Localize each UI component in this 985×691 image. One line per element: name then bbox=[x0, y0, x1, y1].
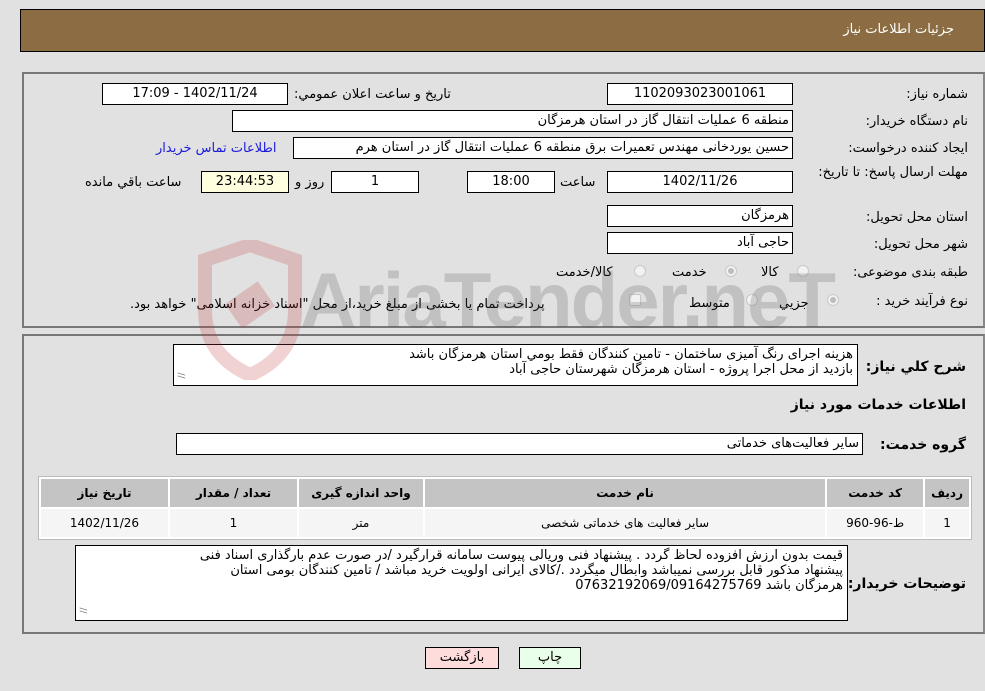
description-textarea[interactable]: هزينه اجرای رنگ آميزی ساختمان - تامين کن… bbox=[173, 344, 858, 386]
cell-service-code: ط-96-960 bbox=[827, 509, 924, 537]
category-service-label: خدمت bbox=[672, 265, 707, 280]
city-field[interactable]: حاجی آباد bbox=[607, 232, 793, 254]
services-table-wrapper: رديف کد خدمت نام خدمت واحد اندازه گيری ت… bbox=[38, 476, 972, 540]
buyer-notes-line-3: هرمزگان باشد 07632192069/09164275769 bbox=[575, 578, 843, 593]
col-row-number: رديف bbox=[925, 479, 969, 507]
remaining-time-field: 23:44:53 bbox=[201, 171, 289, 193]
remaining-time-label: ساعت باقي مانده bbox=[85, 175, 182, 190]
days-remaining-field[interactable]: 1 bbox=[331, 171, 419, 193]
buyer-org-label: نام دستگاه خريدار: bbox=[865, 114, 968, 129]
service-group-field[interactable]: ساير فعاليت‌های خدماتی bbox=[176, 433, 863, 455]
deadline-time-field[interactable]: 18:00 bbox=[467, 171, 555, 193]
resize-grip-icon[interactable]: ∕∕ bbox=[76, 607, 90, 613]
col-quantity: تعداد / مقدار bbox=[170, 479, 297, 507]
need-number-label: شماره نیاز: bbox=[906, 87, 968, 102]
buyer-notes-line-2: پيشنهاد مذکور قابل بررسی نميباشد وابطال … bbox=[230, 563, 843, 578]
col-need-date: تاريخ نياز bbox=[41, 479, 168, 507]
category-both-label: کالا/خدمت bbox=[556, 265, 613, 280]
category-goods-radio[interactable] bbox=[797, 265, 809, 277]
treasury-checkbox[interactable] bbox=[629, 294, 641, 306]
cell-need-date: 1402/11/26 bbox=[41, 509, 168, 537]
creator-field[interactable]: حسين يوردخانی مهندس تعميرات برق منطقه 6 … bbox=[293, 137, 793, 159]
days-label: روز و bbox=[295, 175, 325, 190]
province-label: استان محل تحويل: bbox=[866, 210, 968, 225]
service-group-label: گروه خدمت: bbox=[880, 437, 966, 453]
col-service-name: نام خدمت bbox=[425, 479, 826, 507]
cell-unit: متر bbox=[299, 509, 423, 537]
services-table: رديف کد خدمت نام خدمت واحد اندازه گيری ت… bbox=[39, 477, 971, 539]
col-unit: واحد اندازه گيری bbox=[299, 479, 423, 507]
buyer-notes-textarea[interactable]: قيمت بدون ارزش افزوده لحاظ گردد . پيشنها… bbox=[75, 545, 848, 621]
province-field[interactable]: هرمزگان bbox=[607, 205, 793, 227]
cell-service-name: ساير فعاليت های خدماتی شخصی bbox=[425, 509, 826, 537]
print-button[interactable]: چاپ bbox=[519, 647, 581, 669]
table-header-row: رديف کد خدمت نام خدمت واحد اندازه گيری ت… bbox=[41, 479, 969, 507]
category-both-radio[interactable] bbox=[634, 265, 646, 277]
col-service-code: کد خدمت bbox=[827, 479, 924, 507]
category-label: طبقه بندی موضوعی: bbox=[852, 265, 968, 280]
buyer-org-field[interactable]: منطقه 6 عمليات انتقال گاز در استان هرمزگ… bbox=[232, 110, 793, 132]
cell-quantity: 1 bbox=[170, 509, 297, 537]
back-button[interactable]: بازگشت bbox=[425, 647, 499, 669]
buyer-notes-line-1: قيمت بدون ارزش افزوده لحاظ گردد . پيشنها… bbox=[199, 548, 843, 563]
announce-label: تاريخ و ساعت اعلان عمومي: bbox=[294, 87, 451, 102]
deadline-time-label: ساعت bbox=[560, 175, 596, 190]
description-line-1: هزينه اجرای رنگ آميزی ساختمان - تامين کن… bbox=[409, 347, 853, 362]
deadline-date-field[interactable]: 1402/11/26 bbox=[607, 171, 793, 193]
city-label: شهر محل تحويل: bbox=[873, 237, 968, 252]
creator-label: ايجاد کننده درخواست: bbox=[848, 141, 968, 156]
process-label: نوع فرآيند خريد : bbox=[876, 294, 968, 309]
services-section-title: اطلاعات خدمات مورد نياز bbox=[790, 397, 966, 413]
category-service-radio[interactable] bbox=[725, 265, 737, 277]
deadline-label: مهلت ارسال پاسخ: تا تاريخ: bbox=[818, 165, 968, 180]
announce-field[interactable]: 1402/11/24 - 17:09 bbox=[102, 83, 288, 105]
buyer-contact-link[interactable]: اطلاعات تماس خريدار bbox=[156, 141, 276, 156]
description-label: شرح کلي نياز: bbox=[865, 359, 966, 375]
buyer-notes-label: توضيحات خريدار: bbox=[847, 576, 966, 592]
process-medium-label: متوسط bbox=[689, 296, 730, 311]
resize-grip-icon[interactable]: ∕∕ bbox=[174, 372, 188, 378]
process-medium-radio[interactable] bbox=[746, 294, 758, 306]
table-row: 1 ط-96-960 ساير فعاليت های خدماتی شخصی م… bbox=[41, 509, 969, 537]
page-header: جزئیات اطلاعات نیاز bbox=[20, 9, 985, 52]
process-minor-radio[interactable] bbox=[827, 294, 839, 306]
process-minor-label: جزيي bbox=[779, 296, 809, 311]
description-line-2: بازديد از محل اجرا پروژه - استان هرمزگان… bbox=[509, 362, 853, 377]
need-number-field[interactable]: 1102093023001061 bbox=[607, 83, 793, 105]
treasury-text: پرداخت تمام يا بخشی از مبلغ خريد،از محل … bbox=[130, 297, 545, 312]
page-title: جزئیات اطلاعات نیاز bbox=[843, 22, 954, 37]
cell-row-number: 1 bbox=[925, 509, 969, 537]
category-goods-label: کالا bbox=[761, 265, 779, 280]
